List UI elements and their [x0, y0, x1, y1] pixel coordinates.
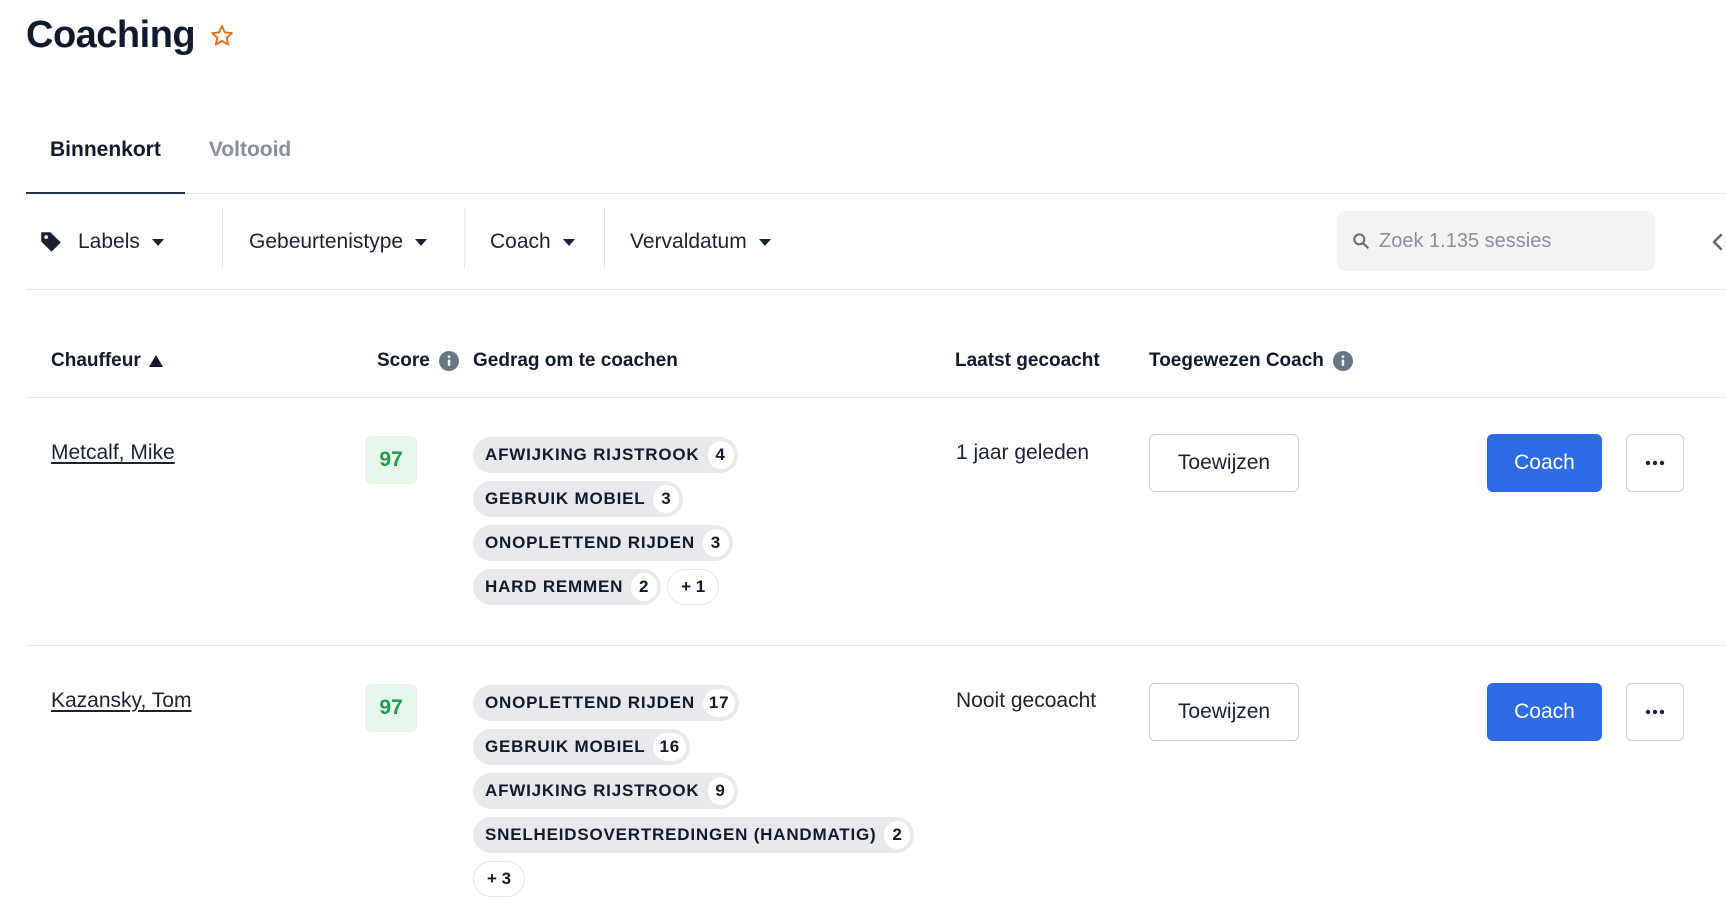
more-actions-button[interactable]	[1626, 434, 1684, 492]
filter-bar: Labels Gebeurtenistype Coach Vervaldatum	[26, 194, 1726, 290]
behavior-chip-count: 16	[653, 733, 686, 761]
coach-button[interactable]: Coach	[1487, 683, 1602, 741]
behavior-chip-count: 17	[702, 689, 736, 717]
driver-link[interactable]: Kazansky, Tom	[51, 689, 191, 713]
behavior-chip-count: 2	[631, 573, 658, 601]
ellipsis-icon	[1645, 460, 1665, 466]
behavior-chip-label: HARD REMMEN	[485, 577, 624, 596]
table-row: Kazansky, Tom 97 ONOPLETTEND RIJDEN 17 GE…	[26, 647, 1726, 904]
coach-filter[interactable]: Coach	[490, 208, 575, 276]
tag-icon	[38, 229, 64, 255]
more-actions-button[interactable]	[1626, 683, 1684, 741]
tab-bar: Binnenkort Voltooid	[26, 118, 1726, 194]
due-date-filter[interactable]: Vervaldatum	[630, 208, 771, 276]
behavior-chip-label: GEBRUIK MOBIEL	[485, 737, 646, 756]
behavior-chip: ONOPLETTEND RIJDEN 17	[473, 685, 740, 721]
behavior-chip-label: ONOPLETTEND RIJDEN	[485, 693, 695, 712]
filter-divider	[222, 208, 223, 268]
search-icon	[1351, 231, 1371, 251]
behavior-chip-count: 4	[707, 441, 734, 469]
behavior-chip-label: AFWIJKING RIJSTROOK	[485, 445, 700, 464]
behavior-chip-label: ONOPLETTEND RIJDEN	[485, 533, 695, 552]
search-box	[1337, 211, 1655, 271]
behavior-chip: ONOPLETTEND RIJDEN 3	[473, 525, 733, 561]
star-icon[interactable]	[209, 23, 235, 49]
caret-down-icon	[562, 238, 575, 246]
table-header: Chauffeur Score Gedrag om te coachen Laa…	[26, 324, 1726, 398]
column-header-driver-label: Chauffeur	[51, 350, 141, 371]
coach-filter-label: Coach	[490, 230, 551, 253]
behavior-chip: HARD REMMEN 2	[473, 569, 662, 605]
more-behaviors-chip[interactable]: + 3	[473, 861, 525, 897]
behavior-chip-label: GEBRUIK MOBIEL	[485, 489, 646, 508]
event-type-filter[interactable]: Gebeurtenistype	[249, 208, 428, 276]
tab-binnenkort[interactable]: Binnenkort	[26, 118, 185, 194]
filter-divider	[464, 208, 465, 268]
behavior-chip: SNELHEIDSOVERTREDINGEN (HANDMATIG) 2	[473, 817, 915, 853]
ellipsis-icon	[1645, 709, 1665, 715]
behavior-chip-label: SNELHEIDSOVERTREDINGEN (HANDMATIG)	[485, 825, 877, 844]
coach-button[interactable]: Coach	[1487, 434, 1602, 492]
last-coached: Nooit gecoacht	[956, 689, 1097, 712]
last-coached: 1 jaar geleden	[956, 441, 1090, 464]
filter-divider	[604, 208, 605, 268]
behavior-chip: AFWIJKING RIJSTROOK 9	[473, 773, 738, 809]
caret-down-icon	[415, 238, 428, 246]
page-title: Coaching	[26, 14, 196, 56]
chevron-left-icon[interactable]	[1706, 230, 1726, 254]
behavior-chip: GEBRUIK MOBIEL 3	[473, 481, 684, 517]
caret-down-icon	[758, 238, 771, 246]
sort-ascending-icon	[148, 355, 163, 367]
behavior-chip-count: 3	[702, 529, 729, 557]
score-badge: 97	[365, 436, 417, 484]
due-date-filter-label: Vervaldatum	[630, 230, 747, 253]
driver-link[interactable]: Metcalf, Mike	[51, 441, 175, 465]
info-icon[interactable]	[1332, 351, 1353, 371]
column-header-score[interactable]: Score	[377, 350, 459, 372]
column-header-behavior: Gedrag om te coachen	[473, 350, 678, 371]
score-badge: 97	[365, 684, 417, 732]
caret-down-icon	[151, 238, 164, 246]
column-header-score-label: Score	[377, 350, 430, 371]
behavior-list: AFWIJKING RIJSTROOK 4 GEBRUIK MOBIEL 3 ONO…	[473, 437, 738, 605]
behavior-chip-count: 2	[884, 821, 911, 849]
more-behaviors-chip[interactable]: + 1	[667, 569, 720, 605]
behavior-chip: GEBRUIK MOBIEL 16	[473, 729, 690, 765]
tab-voltooid[interactable]: Voltooid	[185, 118, 315, 194]
info-icon[interactable]	[438, 351, 459, 371]
page-header: Coaching	[26, 14, 235, 57]
assign-button[interactable]: Toewijzen	[1149, 434, 1299, 492]
table-row: Metcalf, Mike 97 AFWIJKING RIJSTROOK 4 GE…	[26, 398, 1726, 646]
behavior-chip-count: 3	[653, 485, 680, 513]
behavior-chip-label: AFWIJKING RIJSTROOK	[485, 781, 700, 800]
search-input[interactable]	[1379, 229, 1639, 253]
labels-filter-label: Labels	[78, 230, 140, 253]
behavior-list: ONOPLETTEND RIJDEN 17 GEBRUIK MOBIEL 16 AF…	[473, 685, 915, 897]
behavior-chip: AFWIJKING RIJSTROOK 4	[473, 437, 738, 473]
column-header-assigned-coach: Toegewezen Coach	[1149, 350, 1353, 372]
assign-button[interactable]: Toewijzen	[1149, 683, 1299, 741]
labels-filter[interactable]: Labels	[38, 208, 164, 276]
behavior-chip-count: 9	[707, 777, 734, 805]
column-header-last-coached[interactable]: Laatst gecoacht	[955, 350, 1100, 372]
column-header-assigned-coach-label: Toegewezen Coach	[1149, 350, 1324, 371]
event-type-filter-label: Gebeurtenistype	[249, 230, 404, 253]
column-header-driver[interactable]: Chauffeur	[51, 350, 163, 372]
